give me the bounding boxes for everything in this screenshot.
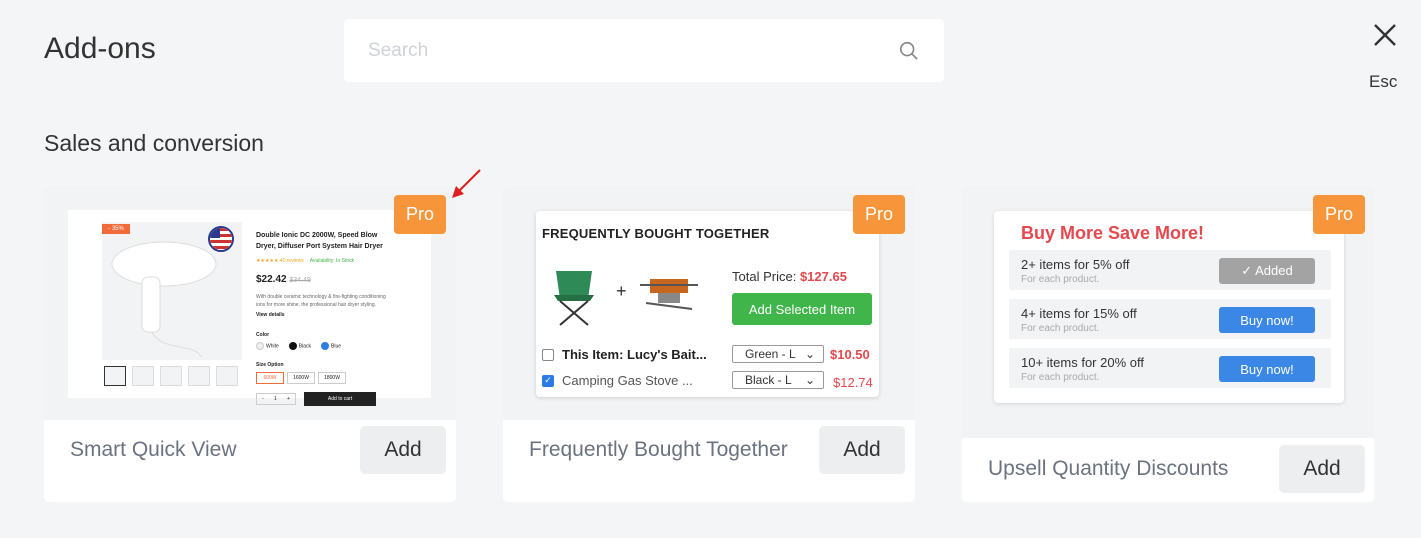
variant-select[interactable]: Black - L ⌄ [732, 371, 824, 389]
buy-now-button[interactable]: Buy now! [1219, 356, 1315, 382]
product-description: With double ceramic technology & fire-fi… [256, 294, 386, 308]
discount-tier: 2+ items for 5% off For each product. ✓ … [1009, 250, 1331, 290]
esc-hint: Esc [1369, 72, 1398, 91]
close-button[interactable] [1366, 20, 1404, 50]
quantity-discount-mockup: Buy More Save More! 2+ items for 5% off … [994, 211, 1344, 403]
product-info: Double Ionic DC 2000W, Speed Blow Dryer,… [256, 230, 386, 406]
size-options: 600W 1600W 1800W [256, 372, 386, 384]
chevron-down-icon: ⌄ [804, 347, 815, 361]
fbt-item-row: This Item: Lucy's Bait... [542, 347, 707, 362]
quantity-stepper[interactable]: -1 + [256, 393, 296, 405]
item-label: Camping Gas Stove ... [562, 373, 693, 388]
color-label: Color [256, 332, 270, 338]
thumbnail[interactable] [160, 366, 182, 386]
camping-chair-icon [554, 271, 594, 326]
plus-icon: + [616, 281, 627, 301]
product-title: Double Ionic DC 2000W, Speed Blow Dryer,… [256, 232, 383, 250]
color-option-black[interactable]: Black [288, 342, 311, 350]
search-icon[interactable] [898, 40, 920, 62]
red-arrow-icon [452, 169, 481, 198]
tier-title: 4+ items for 15% off [1021, 306, 1137, 321]
search-bar[interactable] [344, 19, 944, 82]
tier-title: 10+ items for 20% off [1021, 355, 1144, 370]
thumbnail[interactable] [104, 366, 126, 386]
discount-tier: 10+ items for 20% off For each product. … [1009, 348, 1331, 388]
us-flag-icon [208, 226, 234, 252]
add-button[interactable]: Add [360, 426, 446, 474]
size-label: Size Option [256, 362, 284, 368]
added-button[interactable]: ✓ Added [1219, 258, 1315, 284]
fbt-total-value: $127.65 [799, 269, 847, 284]
pro-badge: Pro [394, 195, 446, 234]
addon-name: Frequently Bought Together [529, 438, 788, 461]
addon-name: Smart Quick View [70, 438, 237, 461]
pro-badge: Pro [853, 195, 905, 234]
buy-now-button[interactable]: Buy now! [1219, 307, 1315, 333]
color-option-blue[interactable]: Blue [321, 342, 341, 350]
item-label: This Item: Lucy's Bait... [562, 347, 707, 362]
item-checkbox[interactable] [542, 348, 554, 361]
pro-badge: Pro [1313, 195, 1365, 234]
item-price: $10.50 [830, 347, 870, 362]
tier-subtitle: For each product. [1021, 372, 1100, 383]
product-reviews: ★★★★★ 40 reviews [256, 258, 304, 264]
add-selected-item-button[interactable]: Add Selected Item [732, 293, 872, 325]
size-option[interactable]: 600W [256, 372, 284, 384]
item-checkbox[interactable]: ✓ [542, 374, 554, 387]
section-title: Sales and conversion [44, 130, 264, 156]
cart-row: -1 + Add to cart [256, 392, 386, 406]
tier-title: 2+ items for 5% off [1021, 257, 1130, 272]
add-button[interactable]: Add [1279, 445, 1365, 493]
add-to-cart-button[interactable]: Add to cart [304, 392, 376, 406]
addon-card-smart-quick-view[interactable]: - 35% Double Ionic DC 2000W, Speed Blow … [44, 169, 481, 502]
product-price: $22.42 $34.49 [256, 274, 311, 285]
view-details-link[interactable]: View details [256, 312, 386, 318]
quick-view-mockup: - 35% Double Ionic DC 2000W, Speed Blow … [68, 210, 431, 406]
add-button[interactable]: Add [819, 426, 905, 474]
page-title: Add-ons [44, 32, 156, 65]
discount-tier: 4+ items for 15% off For each product. B… [1009, 299, 1331, 339]
variant-select[interactable]: Green - L ⌄ [732, 345, 824, 363]
product-availability: Availability: In Stock [309, 258, 355, 264]
thumbnail[interactable] [188, 366, 210, 386]
fbt-heading: FREQUENTLY BOUGHT TOGETHER [542, 226, 770, 241]
product-old-price: $34.49 [289, 277, 311, 284]
search-input[interactable] [368, 39, 898, 62]
thumbnail-strip [104, 366, 238, 386]
close-icon[interactable] [1373, 23, 1397, 47]
fbt-total: Total Price: $127.65 [732, 269, 847, 284]
addon-name: Upsell Quantity Discounts [988, 457, 1229, 480]
item-price: $12.74 [833, 375, 873, 390]
tier-subtitle: For each product. [1021, 274, 1100, 285]
addon-card-frequently-bought-together[interactable]: FREQUENTLY BOUGHT TOGETHER + Total Price… [503, 186, 915, 502]
tier-subtitle: For each product. [1021, 323, 1100, 334]
color-option-white[interactable]: White [256, 342, 279, 350]
thumbnail[interactable] [132, 366, 154, 386]
thumbnail[interactable] [216, 366, 238, 386]
fbt-item-row: ✓ Camping Gas Stove ... [542, 373, 693, 388]
fbt-mockup: FREQUENTLY BOUGHT TOGETHER + Total Price… [536, 211, 879, 397]
size-option[interactable]: 1800W [318, 372, 346, 384]
chevron-down-icon: ⌄ [804, 373, 815, 387]
size-option[interactable]: 1600W [287, 372, 315, 384]
addon-card-upsell-quantity-discounts[interactable]: Buy More Save More! 2+ items for 5% off … [962, 186, 1374, 502]
color-options: White Black Blue [256, 342, 386, 350]
discount-heading: Buy More Save More! [1021, 223, 1205, 243]
gas-stove-icon [640, 279, 698, 310]
sale-tag: - 35% [102, 224, 130, 234]
